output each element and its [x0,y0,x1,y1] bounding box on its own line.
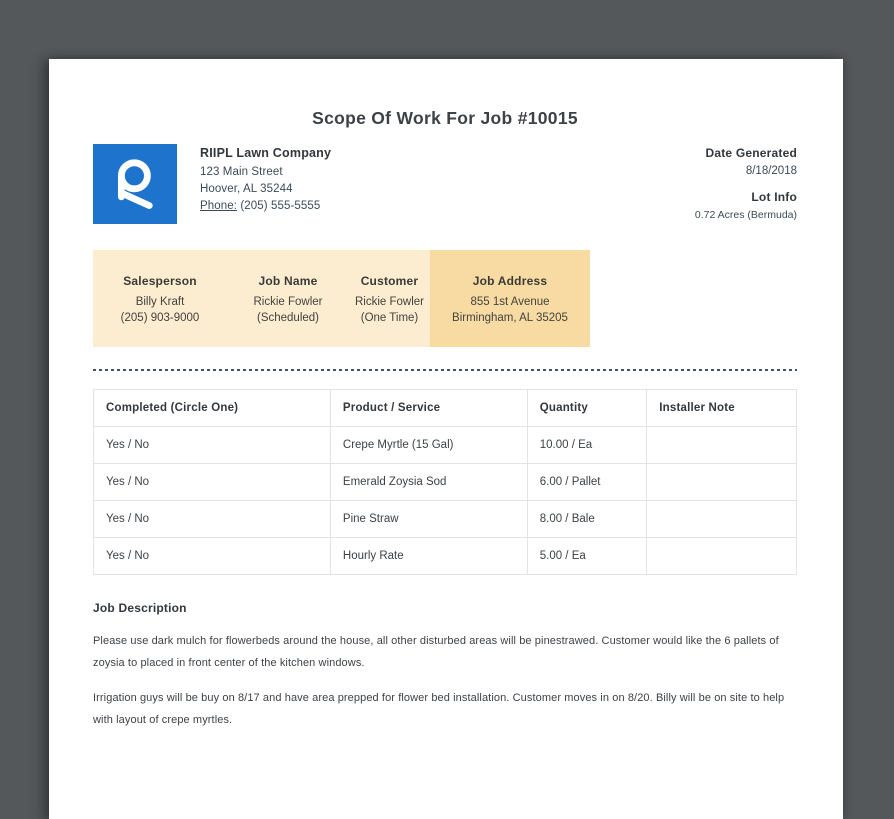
meta-block: Date Generated 8/18/2018 Lot Info 0.72 A… [695,144,797,221]
job-name-label: Job Name [258,273,318,288]
table-row: Yes / No Emerald Zoysia Sod 6.00 / Palle… [93,463,797,501]
date-generated-label: Date Generated [705,146,797,160]
salesperson-phone: (205) 903-9000 [120,311,200,324]
job-address-label: Job Address [472,273,548,288]
salesperson-name: Billy Kraft [135,295,185,308]
r-lettermark-icon [104,151,166,218]
job-address-street: 855 1st Avenue [470,295,550,308]
cell-completed: Yes / No [93,500,331,538]
cell-installer-note [646,426,797,464]
salesperson-label: Salesperson [123,273,197,288]
phone-label: Phone: [200,200,238,212]
cell-product: Hourly Rate [329,537,528,575]
table-row: Yes / No Crepe Myrtle (15 Gal) 10.00 / E… [93,426,797,464]
dotted-divider [93,369,797,371]
cell-product: Emerald Zoysia Sod [329,463,528,501]
lot-info-value: 0.72 Acres (Bermuda) [694,209,797,221]
table-row: Yes / No Hourly Rate 5.00 / Ea [93,537,797,575]
job-bar-cell-job-name: Job Name Rickie Fowler (Scheduled) [227,250,349,347]
customer-type: (One Time) [360,311,419,324]
work-items-table: Completed (Circle One) Product / Service… [93,389,797,575]
page-title: Scope Of Work For Job #10015 [312,108,578,128]
cell-product: Crepe Myrtle (15 Gal) [329,426,528,464]
job-description-section: Job Description Please use dark mulch fo… [93,601,797,731]
lot-info-group: Lot Info 0.72 Acres (Bermuda) [695,190,797,221]
company-block: RIIPL Lawn Company 123 Main Street Hoove… [93,144,331,224]
cell-installer-note [646,537,797,575]
lot-info-label: Lot Info [751,190,797,204]
header-installer-note: Installer Note [646,389,797,427]
header-quantity: Quantity [526,389,648,427]
document-header: RIIPL Lawn Company 123 Main Street Hoove… [93,144,797,224]
table-row: Yes / No Pine Straw 8.00 / Bale [93,500,797,538]
job-name-value: Rickie Fowler [253,295,323,308]
job-description-label: Job Description [93,601,187,615]
date-generated-group: Date Generated 8/18/2018 [695,146,798,177]
cell-installer-note [646,500,797,538]
job-bar-cell-salesperson: Salesperson Billy Kraft (205) 903-9000 [93,250,227,347]
company-logo [93,144,177,224]
company-info: RIIPL Lawn Company 123 Main Street Hoove… [200,144,331,217]
company-address-line1: 123 Main Street [200,166,283,178]
header-completed: Completed (Circle One) [93,389,331,427]
table-header-row: Completed (Circle One) Product / Service… [93,389,797,427]
cell-quantity: 8.00 / Bale [526,500,648,538]
cell-quantity: 10.00 / Ea [526,426,648,464]
job-bar-cell-customer: Customer Rickie Fowler (One Time) [349,250,430,347]
cell-quantity: 6.00 / Pallet [526,463,648,501]
company-name: RIIPL Lawn Company [200,146,332,160]
job-description-paragraph-1: Please use dark mulch for flowerbeds aro… [93,635,779,669]
document-page: Scope Of Work For Job #10015 RIIPL Lawn … [49,59,843,819]
job-description-paragraph-2: Irrigation guys will be buy on 8/17 and … [93,692,785,726]
customer-name: Rickie Fowler [354,295,424,308]
job-address-city: Birmingham, AL 35205 [452,311,568,324]
date-generated-value: 8/18/2018 [745,165,797,177]
job-name-status: (Scheduled) [256,311,319,324]
cell-installer-note [646,463,797,501]
header-product-service: Product / Service [329,389,528,427]
company-address-line2: Hoover, AL 35244 [200,183,293,195]
phone-number: (205) 555-5555 [240,200,321,212]
cell-completed: Yes / No [93,463,331,501]
job-bar-cell-job-address: Job Address 855 1st Avenue Birmingham, A… [430,250,590,347]
cell-completed: Yes / No [93,426,331,464]
cell-completed: Yes / No [93,537,331,575]
customer-label: Customer [360,273,419,288]
cell-product: Pine Straw [329,500,528,538]
company-phone: Phone: (205) 555-5555 [200,200,331,212]
document-content: Scope Of Work For Job #10015 RIIPL Lawn … [49,59,843,731]
job-info-bar: Salesperson Billy Kraft (205) 903-9000 J… [93,250,590,347]
cell-quantity: 5.00 / Ea [526,537,648,575]
